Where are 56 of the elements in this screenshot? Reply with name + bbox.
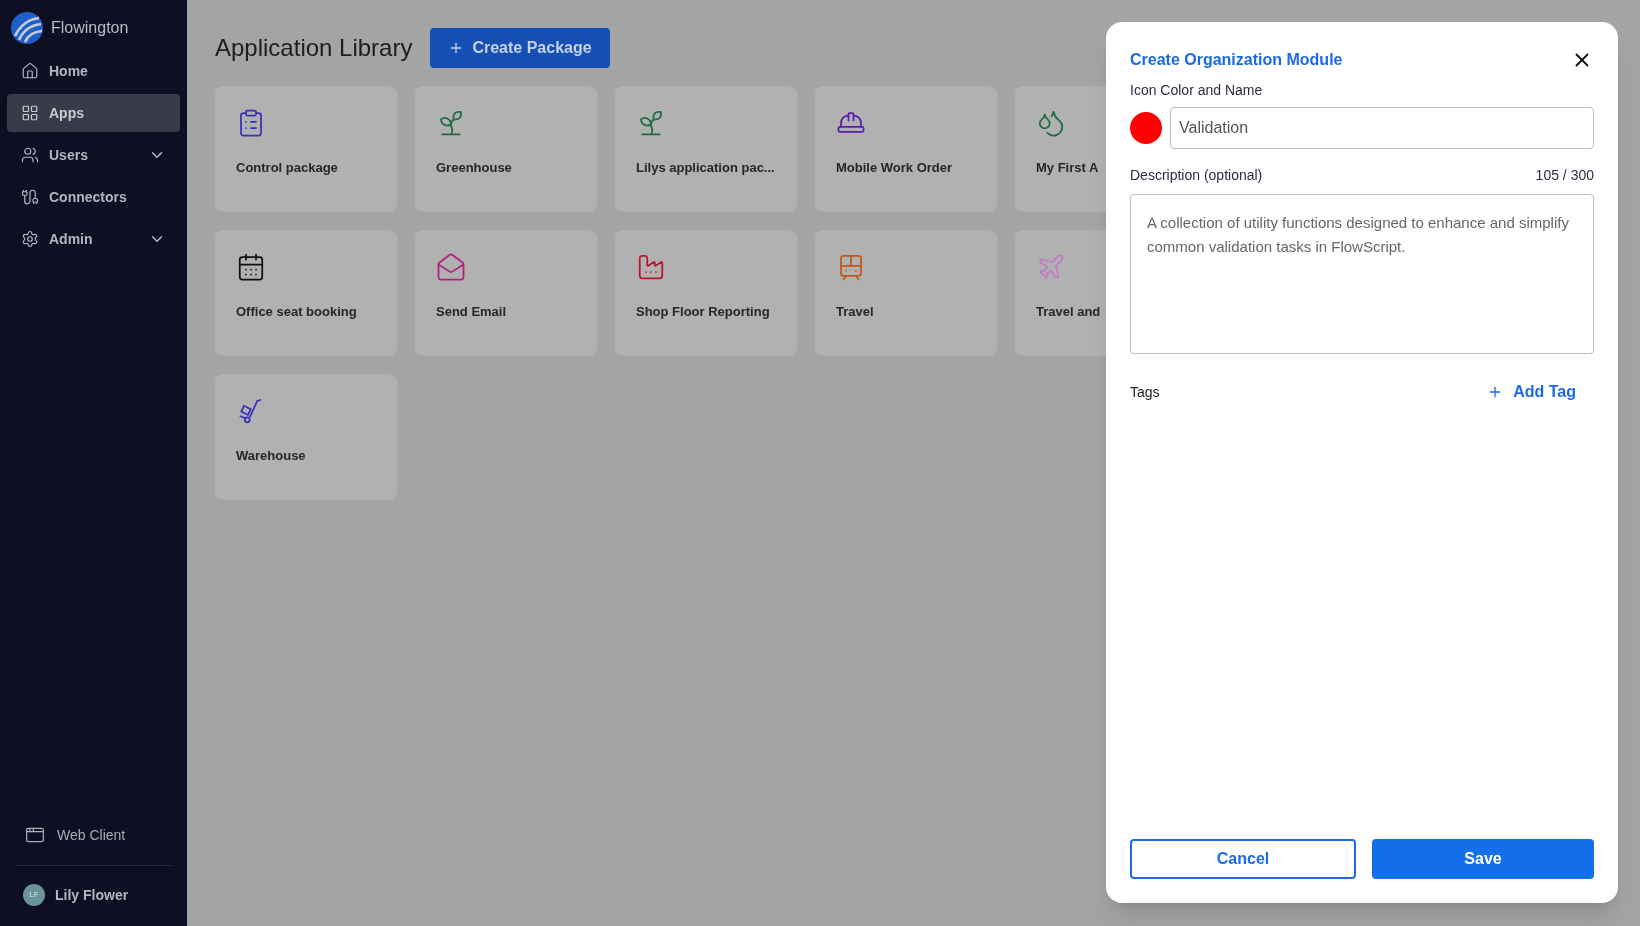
app-card[interactable]: Travel (815, 230, 997, 356)
app-card[interactable]: Mobile Work Order (815, 86, 997, 212)
app-name: Send Email (436, 303, 507, 321)
app-name: Warehouse (236, 447, 306, 465)
app-card[interactable]: Send Email (415, 230, 597, 356)
sidebar-item[interactable]: Home (7, 52, 180, 90)
add-tag-button[interactable]: Add Tag (1469, 376, 1594, 408)
app-name: Office seat booking (236, 303, 357, 321)
create-package-button[interactable]: Create Package (430, 28, 610, 68)
mail-icon (436, 252, 466, 282)
cancel-button[interactable]: Cancel (1130, 839, 1356, 879)
character-counter: 105 / 300 (1535, 166, 1594, 185)
calendar-icon (236, 252, 266, 282)
factory-icon (636, 252, 666, 282)
web-client-link[interactable]: Web Client (7, 817, 180, 853)
field-label: Description (optional) (1130, 166, 1263, 185)
nav-icon (21, 146, 39, 164)
app-card[interactable]: Shop Floor Reporting (615, 230, 797, 356)
brand-logo-icon (11, 12, 43, 44)
sidebar-item[interactable]: Apps (7, 94, 180, 132)
app-name: Travel (836, 303, 874, 321)
color-swatch[interactable] (1130, 112, 1162, 144)
app-card[interactable]: Travel and (1015, 230, 1106, 356)
name-input-field[interactable]: Validation (1170, 107, 1594, 149)
app-name: Greenhouse (436, 159, 512, 177)
app-name: Control package (236, 159, 338, 177)
app-card[interactable]: Greenhouse (415, 86, 597, 212)
watering-icon (1036, 108, 1066, 138)
user-profile[interactable]: LF Lily Flower (7, 878, 180, 912)
app-card[interactable]: Warehouse (215, 374, 397, 500)
app-name: Lilys application pac... (636, 159, 775, 177)
sidebar-item[interactable]: Connectors (7, 178, 180, 216)
brand-name: Flowington (51, 18, 129, 38)
nav-icon (21, 188, 39, 206)
window-icon (25, 825, 45, 845)
app-card[interactable]: Office seat booking (215, 230, 397, 356)
field-label: Tags (1130, 382, 1160, 402)
avatar: LF (23, 884, 45, 906)
app-name: My First A (1036, 159, 1099, 177)
app-card[interactable]: Control package (215, 86, 397, 212)
description-input-field[interactable]: A collection of utility functions designed to enhance and simplify common validation tasks in FlowScript. (1130, 194, 1594, 354)
nav-icon (21, 230, 39, 248)
app-card[interactable]: My First A (1015, 86, 1106, 212)
page-title: Application Library (215, 33, 413, 63)
app-name: Travel and (1036, 303, 1101, 321)
app-card[interactable]: Lilys application pac... (615, 86, 797, 212)
save-button[interactable]: Save (1372, 839, 1594, 879)
app-name: Mobile Work Order (836, 159, 953, 177)
field-label: Icon Color and Name (1130, 81, 1264, 100)
nav-icon (21, 62, 39, 80)
plane-icon (1036, 252, 1066, 282)
sidebar-item[interactable]: Users (7, 136, 180, 174)
nav-icon (21, 104, 39, 122)
app-name: Shop Floor Reporting (636, 303, 770, 321)
dialog-title: Create Organization Module (1130, 50, 1343, 70)
sidebar-item[interactable]: Admin (7, 220, 180, 258)
